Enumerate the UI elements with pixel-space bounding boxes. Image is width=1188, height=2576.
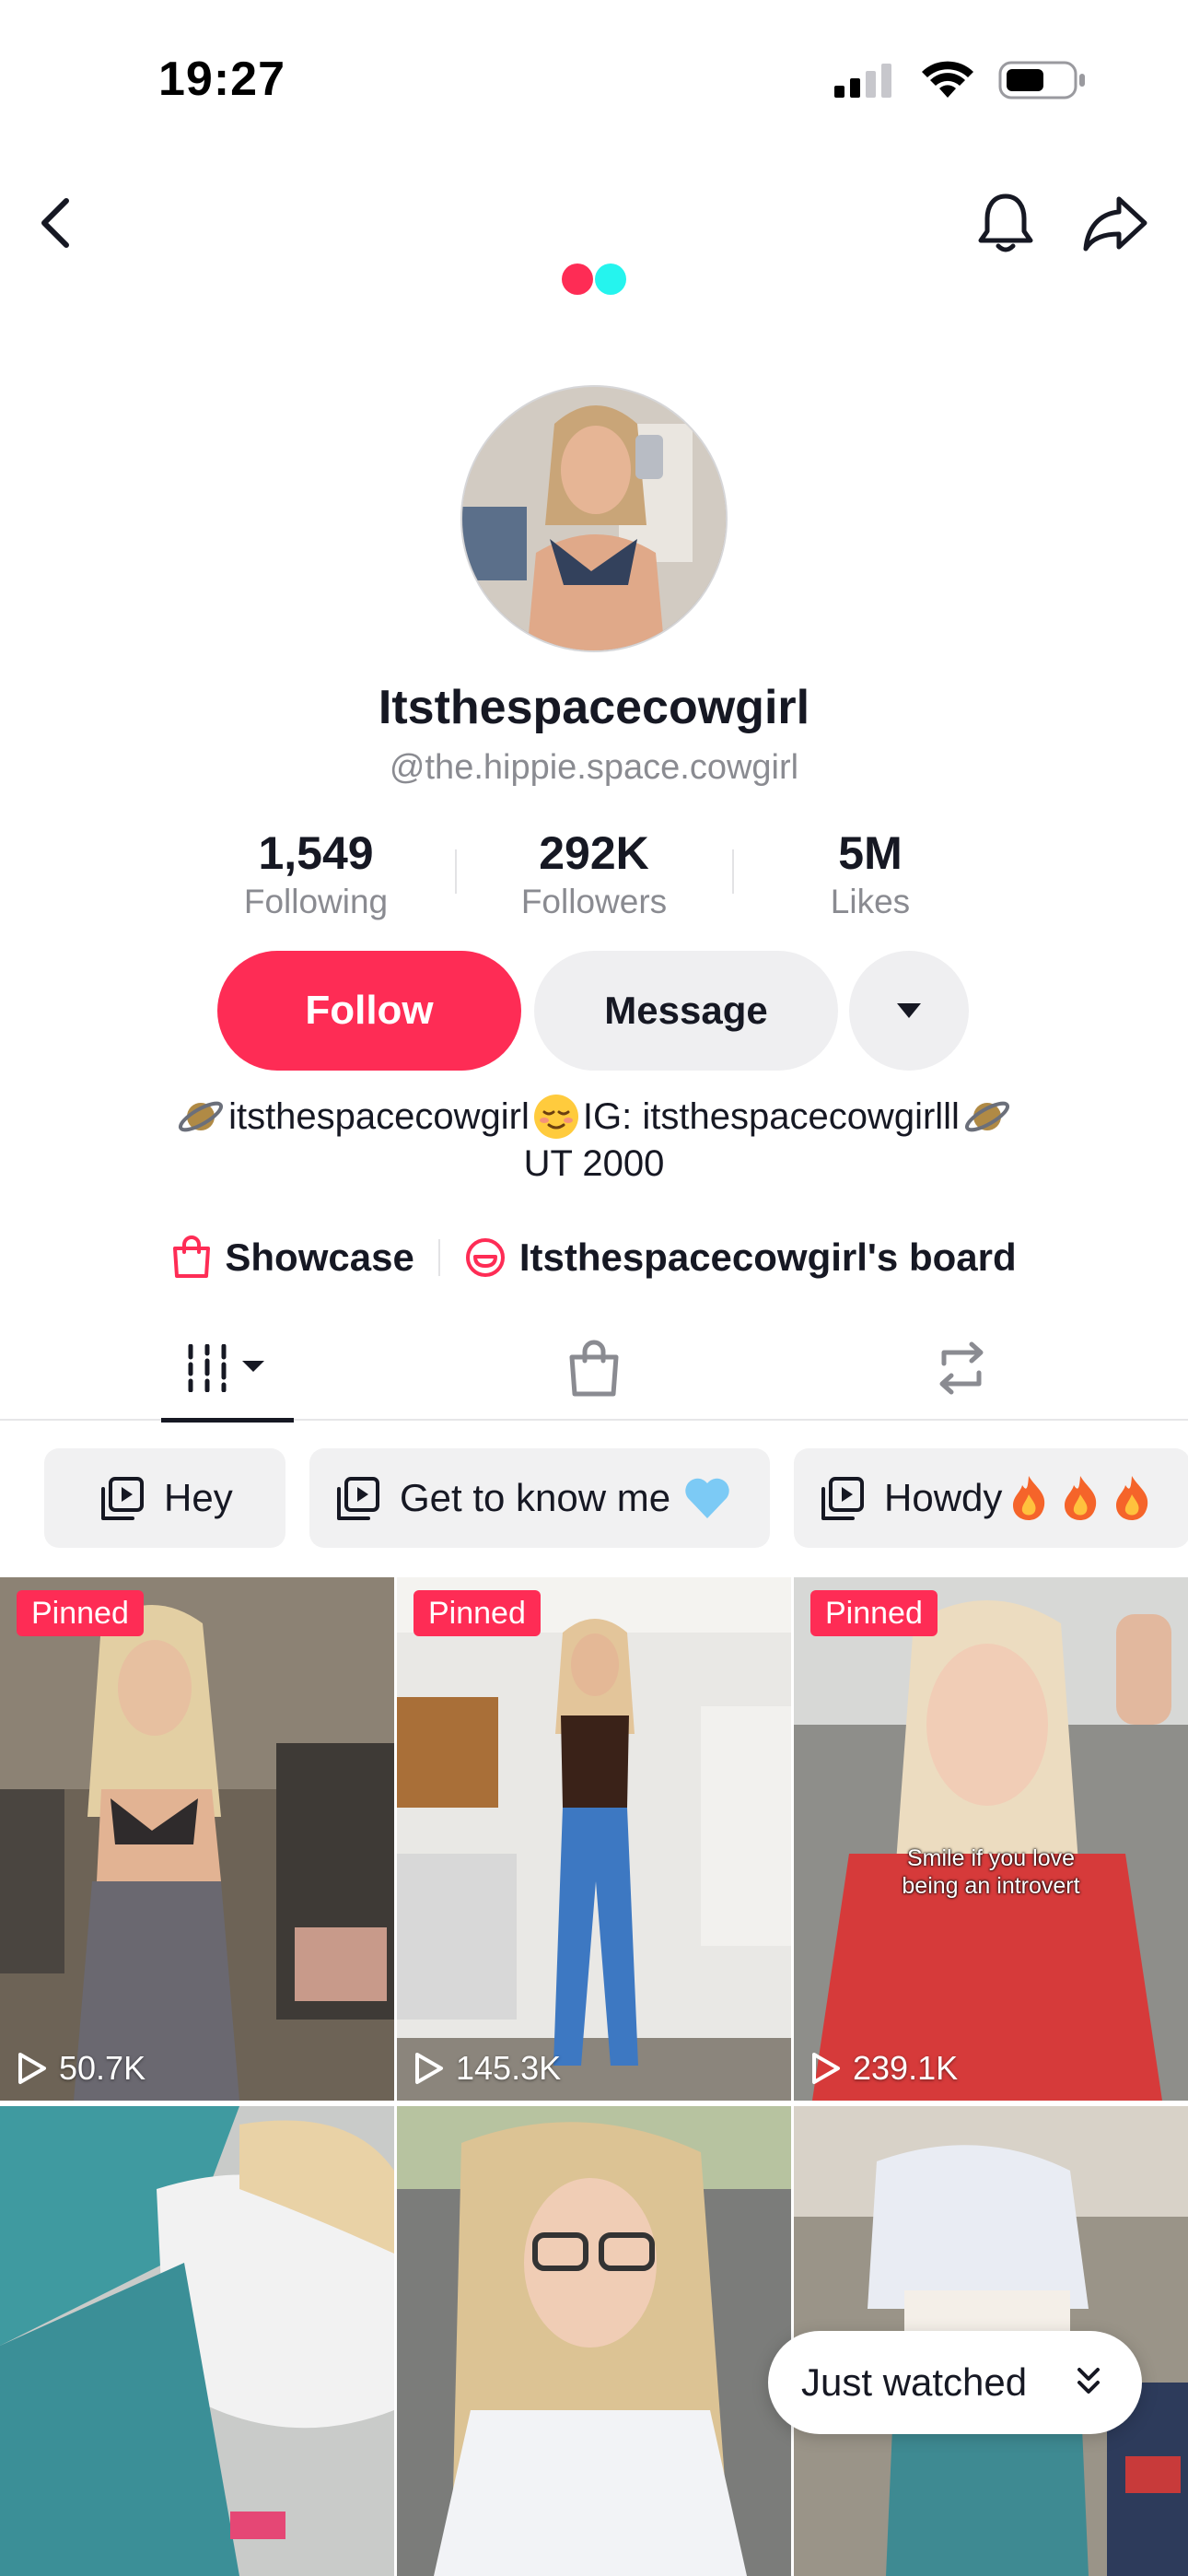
video-thumbnail[interactable]	[397, 2106, 791, 2576]
content-tabs	[0, 1316, 1188, 1423]
bell-icon	[978, 193, 1033, 252]
bio-line-1: itsthespacecowgirl IG: itsthespacecowgir…	[0, 1093, 1188, 1141]
stat-likes-value: 5M	[838, 827, 903, 879]
playlist-label: Hey	[164, 1476, 233, 1519]
status-icons	[833, 57, 1087, 103]
stat-followers-label: Followers	[520, 883, 668, 920]
stat-following-label: Following	[243, 883, 389, 920]
playlist-label: Get to know me	[400, 1476, 671, 1519]
bio-line-2: UT 2000	[523, 1143, 665, 1184]
links-divider	[437, 1239, 440, 1276]
play-icon	[18, 2053, 46, 2084]
stat-following[interactable]: 1,549 Following	[178, 825, 454, 923]
stat-followers-value: 292K	[539, 827, 649, 879]
cellular-signal-icon	[834, 64, 891, 98]
just-watched-label: Just watched	[801, 2360, 1028, 2404]
bio-text-2: IG: itsthespacecowgirlll	[582, 1096, 960, 1137]
ringed-planet-icon	[964, 1101, 1009, 1132]
view-count: 145.3K	[413, 2049, 561, 2088]
chevron-left-icon	[41, 198, 69, 248]
share-button[interactable]	[1076, 184, 1155, 262]
brand-dot-red	[562, 263, 593, 295]
video-thumbnail[interactable]: Pinned 50.7K	[0, 1577, 394, 2101]
share-arrow-icon	[1083, 196, 1147, 252]
video-frame	[0, 1577, 394, 2101]
playlist-label: Howdy	[884, 1476, 1003, 1519]
view-count-value: 50.7K	[59, 2049, 146, 2087]
video-thumbnail[interactable]: Pinned 145.3K	[397, 1577, 791, 2101]
tab-videos[interactable]	[161, 1316, 294, 1423]
avatar-photo	[462, 387, 726, 650]
view-count-value: 239.1K	[853, 2049, 959, 2087]
view-count-value: 145.3K	[456, 2049, 562, 2087]
shopping-bag-icon	[569, 1340, 619, 1397]
brand-dot-cyan	[595, 263, 626, 295]
status-time: 19:27	[158, 53, 285, 106]
pinned-badge: Pinned	[810, 1590, 938, 1636]
display-name: Itsthespacecowgirl	[378, 681, 810, 734]
playlist-chip-hey[interactable]: Hey	[44, 1448, 285, 1548]
play-icon	[812, 2053, 840, 2084]
board-label: Itsthespacecowgirl's board	[518, 1235, 1017, 1279]
fire-icon	[1013, 1476, 1045, 1520]
battery-icon	[998, 61, 1085, 100]
pinned-badge: Pinned	[17, 1590, 144, 1636]
stat-likes[interactable]: 5M Likes	[732, 825, 1008, 923]
video-caption-line: Smile if you love	[906, 1845, 1076, 1871]
back-button[interactable]	[26, 184, 85, 262]
playlist-chip-howdy[interactable]: Howdy	[794, 1448, 1188, 1548]
view-count: 239.1K	[810, 2049, 958, 2088]
fire-icon	[1116, 1476, 1148, 1520]
just-watched-button[interactable]: Just watched	[768, 2331, 1142, 2434]
tab-reposts[interactable]	[895, 1316, 1028, 1421]
relieved-face-icon	[533, 1095, 578, 1139]
stat-followers[interactable]: 292K Followers	[456, 825, 732, 923]
avatar[interactable]	[460, 385, 728, 652]
playlist-chips: Hey Get to know me Howdy	[44, 1448, 1188, 1548]
play-icon	[415, 2053, 443, 2084]
showcase-label: Showcase	[225, 1235, 414, 1279]
video-frame	[397, 2106, 791, 2576]
video-frame	[794, 1577, 1188, 2101]
board-link[interactable]: Itsthespacecowgirl's board	[464, 1235, 1017, 1280]
playlist-chip-get-to-know-me[interactable]: Get to know me	[309, 1448, 770, 1548]
bio: itsthespacecowgirl IG: itsthespacecowgir…	[0, 1093, 1188, 1187]
tab-shop[interactable]	[528, 1316, 660, 1421]
view-count: 50.7K	[17, 2049, 146, 2088]
double-chevron-down-icon	[1077, 2368, 1100, 2394]
video-frame	[397, 1577, 791, 2101]
message-button[interactable]: Message	[534, 951, 838, 1071]
video-thumbnail[interactable]	[0, 2106, 394, 2576]
shopping-bag-icon	[173, 1235, 211, 1278]
board-icon	[465, 1238, 505, 1277]
repost-icon	[939, 1341, 984, 1395]
stat-following-value: 1,549	[258, 827, 374, 879]
bio-text-1: itsthespacecowgirl	[228, 1096, 530, 1137]
pinned-badge: Pinned	[413, 1590, 541, 1636]
ringed-planet-icon	[179, 1101, 224, 1132]
showcase-link[interactable]: Showcase	[171, 1235, 414, 1280]
active-tab-indicator	[161, 1418, 294, 1423]
playlist-icon	[101, 1477, 144, 1520]
username: @the.hippie.space.cowgirl	[389, 748, 799, 787]
follow-button[interactable]: Follow	[217, 951, 521, 1071]
video-grid-icon	[188, 1344, 264, 1392]
video-caption-line: being an introvert	[902, 1873, 1080, 1899]
video-thumbnail[interactable]: Smile if you love being an introvert Pin…	[794, 1577, 1188, 2101]
stat-likes-label: Likes	[830, 883, 911, 920]
playlist-icon	[821, 1477, 864, 1520]
profile-links: Showcase Itsthespacecowgirl's board	[0, 1225, 1188, 1290]
blue-heart-icon	[685, 1478, 729, 1518]
more-options-button[interactable]	[849, 951, 969, 1071]
playlist-icon	[337, 1477, 379, 1520]
stats-row: 1,549 Following 292K Followers 5M Likes	[0, 825, 1188, 927]
caret-down-icon	[897, 1003, 921, 1018]
status-bar: 19:27	[0, 0, 1188, 157]
video-frame	[0, 2106, 394, 2576]
brand-dots	[562, 263, 628, 295]
fire-icon	[1065, 1476, 1097, 1520]
wifi-icon	[922, 61, 973, 98]
notifications-button[interactable]	[969, 184, 1042, 262]
video-caption: Smile if you love being an introvert	[794, 1844, 1188, 1900]
